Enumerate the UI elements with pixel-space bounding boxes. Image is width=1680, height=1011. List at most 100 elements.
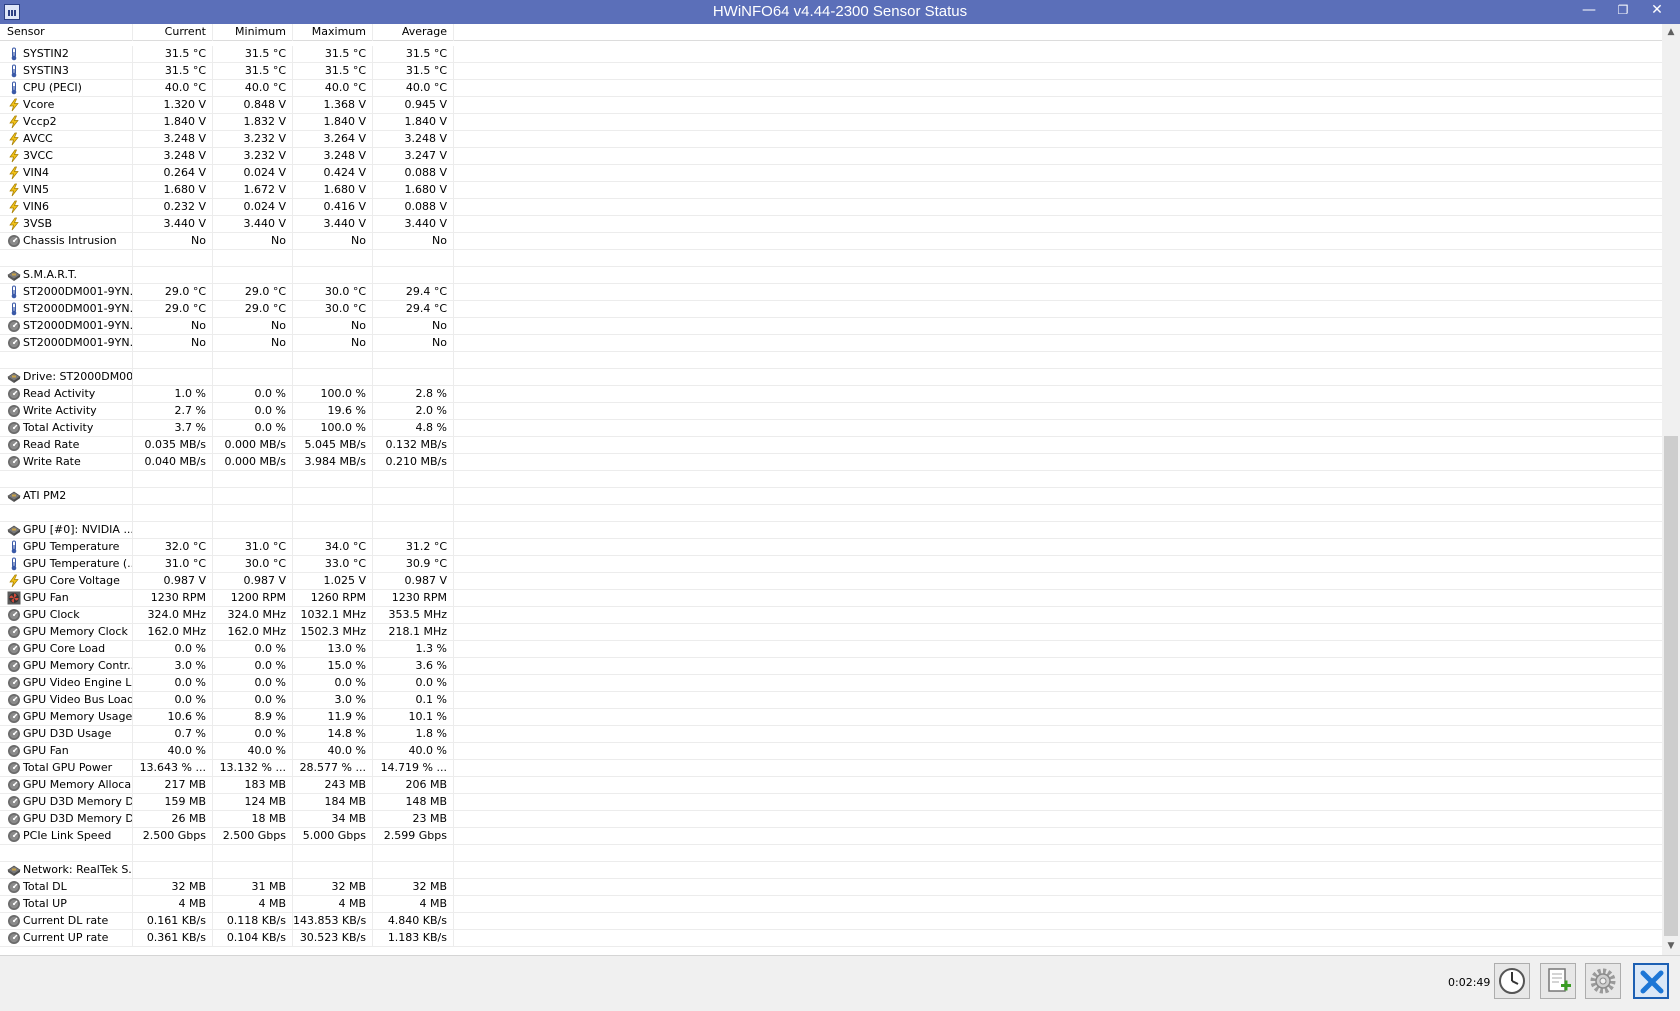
close-window-button[interactable]: ✕: [1640, 0, 1674, 22]
sensor-row[interactable]: Total DL 32 MB 31 MB 32 MB 32 MB: [0, 879, 1662, 896]
sensor-row[interactable]: GPU Memory Alloca... 217 MB 183 MB 243 MB 20…: [0, 777, 1662, 794]
sensor-row[interactable]: ST2000DM001-9YN... 29.0 °C 29.0 °C 30.0 °C 2…: [0, 301, 1662, 318]
sensor-group-row[interactable]: Drive: ST2000DM00...: [0, 369, 1662, 386]
sensor-name: SYSTIN3: [23, 64, 69, 77]
sensor-table[interactable]: Sensor Current Minimum Maximum Average S…: [0, 24, 1663, 955]
sensor-row[interactable]: Total Activity 3.7 % 0.0 % 100.0 % 4.8 %: [0, 420, 1662, 437]
sensor-row[interactable]: GPU Temperature (... 31.0 °C 30.0 °C 33.0 °…: [0, 556, 1662, 573]
sensor-row[interactable]: GPU D3D Memory D... 159 MB 124 MB 184 MB 148…: [0, 794, 1662, 811]
sensor-minimum-value: 0.0 %: [213, 692, 293, 709]
spacer-row: [0, 845, 1662, 862]
sensor-name: GPU Fan: [23, 591, 69, 604]
sensor-row[interactable]: Write Activity 2.7 % 0.0 % 19.6 % 2.0 %: [0, 403, 1662, 420]
sensor-name: GPU Core Load: [23, 642, 106, 655]
sensor-average-value: 31.2 °C: [373, 539, 454, 556]
sensor-name-cell: Read Activity: [0, 386, 133, 403]
sensor-row[interactable]: VIN6 0.232 V 0.024 V 0.416 V 0.088 V: [0, 199, 1662, 216]
sensor-name: ST2000DM001-9YN...: [23, 285, 133, 298]
settings-button[interactable]: [1585, 963, 1621, 999]
sensor-row[interactable]: 3VSB 3.440 V 3.440 V 3.440 V 3.440 V: [0, 216, 1662, 233]
column-header-minimum[interactable]: Minimum: [213, 24, 293, 41]
sensor-name-cell: ST2000DM001-9YN...: [0, 318, 133, 335]
column-header-average[interactable]: Average: [373, 24, 454, 41]
sensor-row[interactable]: Vcore 1.320 V 0.848 V 1.368 V 0.945 V: [0, 97, 1662, 114]
sensor-minimum-value: 0.987 V: [213, 573, 293, 590]
sensor-current-value: 0.035 MB/s: [133, 437, 213, 454]
maximize-button[interactable]: ❐: [1606, 0, 1640, 22]
sensor-minimum-value: 29.0 °C: [213, 284, 293, 301]
sensor-row[interactable]: GPU Clock 324.0 MHz 324.0 MHz 1032.1 MHz 353…: [0, 607, 1662, 624]
sensor-row[interactable]: GPU Fan 40.0 % 40.0 % 40.0 % 40.0 %: [0, 743, 1662, 760]
sensor-row[interactable]: GPU D3D Memory D... 26 MB 18 MB 34 MB 23 MB: [0, 811, 1662, 828]
sensor-row[interactable]: GPU Video Engine L... 0.0 % 0.0 % 0.0 % 0.0 …: [0, 675, 1662, 692]
sensor-name-cell: [0, 471, 133, 488]
sensor-average-value: 0.210 MB/s: [373, 454, 454, 471]
sensor-row[interactable]: Chassis Intrusion No No No No: [0, 233, 1662, 250]
reset-timer-button[interactable]: [1494, 963, 1530, 999]
sensor-row[interactable]: Current UP rate 0.361 KB/s 0.104 KB/s 30.52…: [0, 930, 1662, 947]
sensor-maximum-value: 34.0 °C: [293, 539, 373, 556]
scroll-up-arrow-icon[interactable]: ▲: [1662, 24, 1680, 41]
sensor-row[interactable]: GPU Core Load 0.0 % 0.0 % 13.0 % 1.3 %: [0, 641, 1662, 658]
sensor-row[interactable]: PCIe Link Speed 2.500 Gbps 2.500 Gbps 5.000…: [0, 828, 1662, 845]
spacer-row: [0, 250, 1662, 267]
sensor-name: Network: RealTek S...: [23, 863, 133, 876]
sensor-maximum-value: 30.0 °C: [293, 284, 373, 301]
sensor-row[interactable]: 3VCC 3.248 V 3.232 V 3.248 V 3.247 V: [0, 148, 1662, 165]
sensor-average-value: 1.8 %: [373, 726, 454, 743]
sensor-name-cell: [0, 505, 133, 522]
logging-button[interactable]: [1540, 963, 1576, 999]
sensor-average-value: 0.0 %: [373, 675, 454, 692]
sensor-row[interactable]: Total GPU Power 13.643 % ... 13.132 % ... 2…: [0, 760, 1662, 777]
sensor-average-value: 2.8 %: [373, 386, 454, 403]
sensor-row[interactable]: Write Rate 0.040 MB/s 0.000 MB/s 3.984 MB/s…: [0, 454, 1662, 471]
sensor-group-row[interactable]: ATI PM2: [0, 488, 1662, 505]
sensor-row[interactable]: ST2000DM001-9YN... No No No No: [0, 318, 1662, 335]
sensor-row[interactable]: GPU Fan 1230 RPM 1200 RPM 1260 RPM 1230 RPM: [0, 590, 1662, 607]
sensor-minimum-value: [213, 471, 293, 488]
sensor-row[interactable]: ST2000DM001-9YN... No No No No: [0, 335, 1662, 352]
sensor-row[interactable]: VIN5 1.680 V 1.672 V 1.680 V 1.680 V: [0, 182, 1662, 199]
sensor-row[interactable]: GPU D3D Usage 0.7 % 0.0 % 14.8 % 1.8 %: [0, 726, 1662, 743]
column-header-current[interactable]: Current: [133, 24, 213, 41]
column-header-sensor[interactable]: Sensor: [0, 24, 133, 41]
sensor-name: ST2000DM001-9YN...: [23, 336, 133, 349]
sensor-minimum-value: 0.0 %: [213, 403, 293, 420]
scrollbar-thumb[interactable]: [1664, 436, 1678, 936]
column-header-maximum[interactable]: Maximum: [293, 24, 373, 41]
sensor-row[interactable]: SYSTIN3 31.5 °C 31.5 °C 31.5 °C 31.5 °C: [0, 63, 1662, 80]
sensor-row[interactable]: Read Activity 1.0 % 0.0 % 100.0 % 2.8 %: [0, 386, 1662, 403]
sensor-maximum-value: 184 MB: [293, 794, 373, 811]
sensor-row[interactable]: CPU (PECI) 40.0 °C 40.0 °C 40.0 °C 40.0 °C: [0, 80, 1662, 97]
sensor-row[interactable]: ST2000DM001-9YN... 29.0 °C 29.0 °C 30.0 °C 2…: [0, 284, 1662, 301]
sensor-row[interactable]: GPU Core Voltage 0.987 V 0.987 V 1.025 V 0.9…: [0, 573, 1662, 590]
exit-button[interactable]: [1633, 963, 1669, 999]
sensor-current-value: 1.680 V: [133, 182, 213, 199]
sensor-row[interactable]: GPU Memory Clock 162.0 MHz 162.0 MHz 1502.3…: [0, 624, 1662, 641]
sensor-maximum-value: 19.6 %: [293, 403, 373, 420]
vertical-scrollbar[interactable]: ▲ ▼: [1662, 24, 1680, 955]
sensor-group-row[interactable]: S.M.A.R.T.: [0, 267, 1662, 284]
sensor-average-value: 14.719 % ...: [373, 760, 454, 777]
sensor-row[interactable]: Vccp2 1.840 V 1.832 V 1.840 V 1.840 V: [0, 114, 1662, 131]
sensor-name: GPU D3D Memory D...: [23, 812, 133, 825]
sensor-group-row[interactable]: GPU [#0]: NVIDIA ...: [0, 522, 1662, 539]
sensor-row[interactable]: SYSTIN2 31.5 °C 31.5 °C 31.5 °C 31.5 °C: [0, 46, 1662, 63]
sensor-row[interactable]: AVCC 3.248 V 3.232 V 3.264 V 3.248 V: [0, 131, 1662, 148]
scroll-down-arrow-icon[interactable]: ▼: [1662, 938, 1680, 955]
sensor-row[interactable]: GPU Memory Usage 10.6 % 8.9 % 11.9 % 10.1 %: [0, 709, 1662, 726]
minimize-button[interactable]: —: [1572, 0, 1606, 22]
sensor-row[interactable]: GPU Temperature 32.0 °C 31.0 °C 34.0 °C 31.2…: [0, 539, 1662, 556]
sensor-name-cell: GPU D3D Usage: [0, 726, 133, 743]
sensor-row[interactable]: GPU Video Bus Load 0.0 % 0.0 % 3.0 % 0.1 %: [0, 692, 1662, 709]
sensor-maximum-value: [293, 505, 373, 522]
sensor-group-row[interactable]: Network: RealTek S...: [0, 862, 1662, 879]
sensor-row[interactable]: Read Rate 0.035 MB/s 0.000 MB/s 5.045 MB/s 0…: [0, 437, 1662, 454]
sensor-row[interactable]: Total UP 4 MB 4 MB 4 MB 4 MB: [0, 896, 1662, 913]
sensor-average-value: 0.945 V: [373, 97, 454, 114]
sensor-row[interactable]: GPU Memory Contr... 3.0 % 0.0 % 15.0 % 3.6 %: [0, 658, 1662, 675]
sensor-name: GPU Clock: [23, 608, 80, 621]
sensor-row[interactable]: VIN4 0.264 V 0.024 V 0.424 V 0.088 V: [0, 165, 1662, 182]
sensor-row[interactable]: Current DL rate 0.161 KB/s 0.118 KB/s 143.8…: [0, 913, 1662, 930]
sensor-name-cell: Total DL: [0, 879, 133, 896]
